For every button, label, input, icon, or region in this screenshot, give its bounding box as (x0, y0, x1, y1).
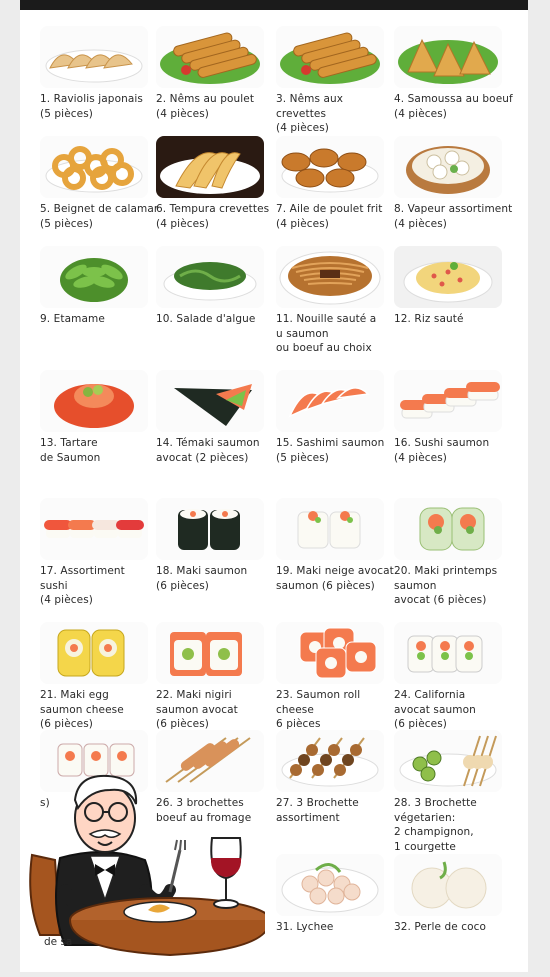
menu-item-label: 20. Maki printemps saumon avocat (6 pièc… (394, 565, 498, 606)
menu-item-photo (276, 370, 384, 432)
menu-item-photo (40, 370, 148, 432)
menu-item-label: 13. Tartare de Saumon (40, 437, 101, 464)
menu-item-label: 24. California avocat saumon (6 pièces) (394, 689, 476, 730)
menu-item-photo (394, 622, 502, 684)
menu-item-label: 4. Samoussa au boeuf (4 pièces) (394, 93, 513, 120)
menu-item-label: 11. Nouille sauté a u saumon ou boeuf au… (276, 313, 377, 354)
menu-item-photo (156, 370, 264, 432)
menu-item-label: 5. Beignet de calamar (5 pièces) (40, 203, 159, 230)
menu-item-photo (276, 854, 384, 916)
menu-item-label: 21. Maki egg saumon cheese (6 pièces) (40, 689, 124, 730)
menu-item-label: 32. Perle de coco (394, 921, 487, 933)
chef-mascot-icon (20, 760, 265, 965)
menu-item-photo (276, 26, 384, 88)
menu-item-photo (156, 26, 264, 88)
menu-item-photo (156, 498, 264, 560)
menu-item-label: 12. Riz sauté (394, 313, 464, 325)
menu-item-photo (276, 136, 384, 198)
menu-item-photo (40, 246, 148, 308)
menu-item-photo (276, 730, 384, 792)
menu-item-photo (156, 622, 264, 684)
menu-item-label: 31. Lychee (276, 921, 334, 933)
menu-item-label: 14. Témaki saumon avocat (2 pièces) (156, 437, 260, 464)
menu-item-label: 18. Maki saumon (6 pièces) (156, 565, 248, 592)
menu-item-label: 19. Maki neige avocat saumon (6 pièces) (276, 565, 394, 592)
menu-item-label: 1. Raviolis japonais (5 pièces) (40, 93, 143, 120)
menu-item-photo (394, 854, 502, 916)
menu-item-photo (156, 246, 264, 308)
menu-item-photo (394, 246, 502, 308)
menu-item-photo (276, 498, 384, 560)
top-bar (20, 0, 528, 10)
menu-item-photo (394, 136, 502, 198)
partial-label: de sa (44, 936, 73, 948)
menu-item-photo (40, 622, 148, 684)
menu-item-label: 27. 3 Brochette assortiment (276, 797, 359, 824)
menu-item-label: 2. Nêms au poulet (4 pièces) (156, 93, 255, 120)
menu-item-photo (394, 26, 502, 88)
menu-item-label: 10. Salade d'algue (156, 313, 256, 325)
menu-item-label: 23. Saumon roll cheese 6 pièces (276, 689, 361, 730)
menu-item-photo (394, 498, 502, 560)
menu-item-photo (40, 26, 148, 88)
menu-item-label: 22. Maki nigiri saumon avocat (6 pièces) (156, 689, 238, 730)
menu-item-photo (276, 246, 384, 308)
menu-item-photo (394, 370, 502, 432)
menu-item-label: 3. Nêms aux crevettes (4 pièces) (276, 93, 344, 134)
menu-item-label: 9. Etamame (40, 313, 105, 325)
menu-item-photo (40, 136, 148, 198)
menu-item-photo (40, 498, 148, 560)
menu-item-label: 16. Sushi saumon (4 pièces) (394, 437, 490, 464)
menu-item-label: 28. 3 Brochette végetarien: 2 champignon… (394, 797, 477, 853)
menu-item-label: 15. Sashimi saumon (5 pièces) (276, 437, 385, 464)
menu-item-label: 6. Tempura crevettes (4 pièces) (156, 203, 270, 230)
menu-item-label: 17. Assortiment sushi (4 pièces) (40, 565, 125, 606)
menu-item-label: 7. Aile de poulet frit (4 pièces) (276, 203, 383, 230)
menu-item-photo (276, 622, 384, 684)
menu-item-photo (394, 730, 502, 792)
menu-item-label: 8. Vapeur assortiment (4 pièces) (394, 203, 513, 230)
menu-item-photo (156, 136, 264, 198)
